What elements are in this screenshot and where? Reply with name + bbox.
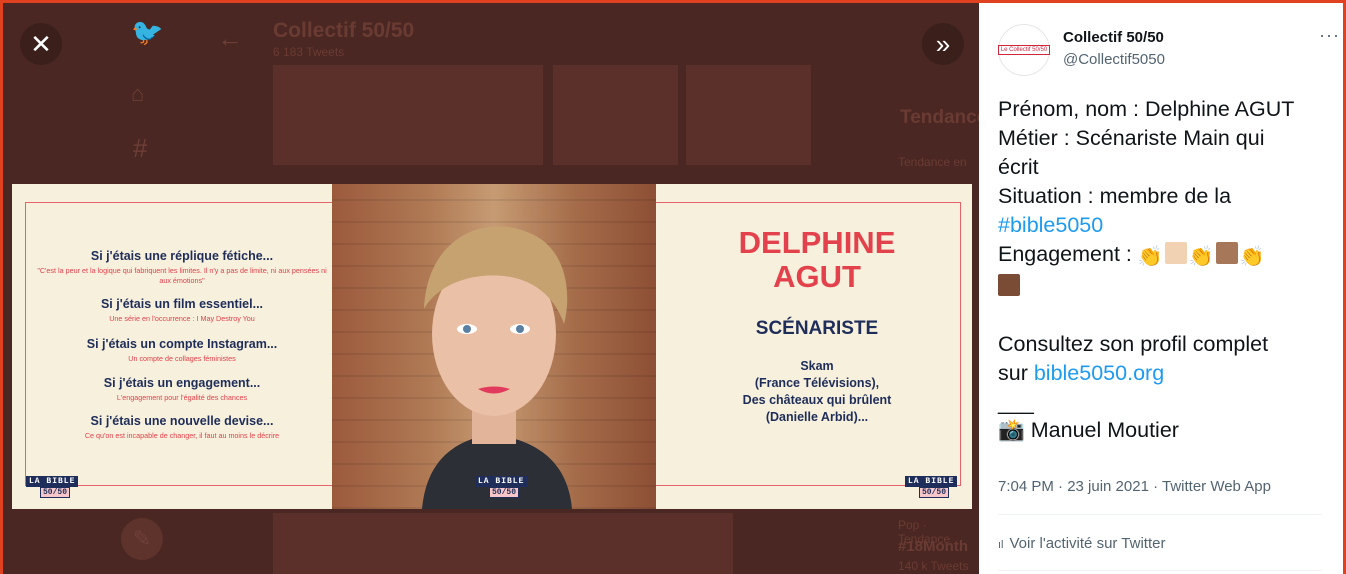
background-profile-name: Collectif 50/50 — [273, 19, 415, 42]
skin-tone-dark-icon — [998, 274, 1020, 296]
bible-5050-logo: LA BIBLE 50/50 — [26, 476, 79, 498]
poster-question: Si j'étais une réplique fétiche... "C'es… — [37, 249, 327, 285]
bible-5050-logo: LA BIBLE 50/50 — [905, 476, 958, 498]
profile-link[interactable]: bible5050.org — [1034, 361, 1164, 385]
explore-icon: # — [133, 133, 148, 163]
portrait-illustration — [422, 226, 572, 509]
back-arrow-icon: ← — [217, 23, 243, 53]
bible-5050-logo: LA BIBLE 50/50 — [475, 476, 528, 498]
media-viewer: 🐦 ⌂ # ← Collectif 50/50 6 183 Tweets Ten… — [3, 3, 979, 574]
poster-question: Si j'étais un compte Instagram... Un com… — [86, 337, 278, 363]
background-bottom-count: 140 k Tweets — [898, 559, 969, 573]
poster-question: Si j'étais un film essentiel... Une séri… — [100, 297, 264, 323]
divider — [998, 514, 1322, 515]
background-trend-small: Tendance en — [898, 155, 967, 169]
author-handle[interactable]: @Collectif5050 — [1063, 51, 1165, 68]
hashtag-link[interactable]: #bible5050 — [998, 213, 1103, 237]
author-display-name[interactable]: Collectif 50/50 — [1063, 29, 1164, 46]
view-activity-link[interactable]: ıl Voir l'activité sur Twitter — [998, 535, 1165, 552]
camera-flash-icon: 📸 — [998, 418, 1025, 442]
tweet-panel: Le Collectif 50/50 Collectif 50/50 @Coll… — [979, 3, 1343, 574]
clapping-hands-icon: 👏 — [1239, 246, 1265, 268]
double-chevron-right-icon: » — [935, 28, 951, 59]
poster-works: Skam (France Télévisions), Des châteaux … — [742, 359, 892, 424]
tweet-text: Prénom, nom : Delphine AGUT Métier : Scé… — [998, 97, 1295, 442]
skin-tone-medium-icon — [1215, 242, 1238, 264]
background-trend-hashtag: #18Month — [898, 538, 969, 555]
tweet-timestamp[interactable]: 7:04 PM · 23 juin 2021 · Twitter Web App — [998, 478, 1271, 495]
poster-name: DELPHINE AGUT — [738, 225, 896, 295]
poster-role: SCÉNARISTE — [755, 318, 879, 339]
collapse-panel-button[interactable]: » — [922, 23, 964, 65]
close-button[interactable]: ✕ — [20, 23, 62, 65]
divider — [998, 570, 1322, 571]
background-tweet-count: 6 183 Tweets — [273, 45, 345, 59]
tweet-image[interactable]: Si j'étais une réplique fétiche... "C'es… — [12, 184, 972, 509]
portrait-photo — [332, 184, 656, 509]
clapping-hands-icon: 👏 — [1137, 246, 1163, 268]
background-media — [553, 65, 678, 165]
clapping-hands-icon: 👏 — [1188, 246, 1214, 268]
poster-question: Si j'étais une nouvelle devise... Ce qu'… — [84, 414, 280, 440]
compose-icon: ✎ — [121, 518, 163, 560]
poster-question: Si j'étais un engagement... L'engagement… — [103, 376, 261, 402]
close-icon: ✕ — [30, 28, 52, 59]
home-icon: ⌂ — [131, 81, 145, 106]
skin-tone-light-icon — [1164, 242, 1187, 264]
avatar[interactable]: Le Collectif 50/50 — [997, 24, 1051, 76]
background-media — [686, 65, 811, 165]
more-options-button[interactable]: ··· — [1319, 25, 1340, 46]
background-media — [273, 65, 543, 165]
background-media — [273, 513, 733, 574]
twitter-logo-icon: 🐦 — [131, 17, 164, 47]
bar-chart-icon: ıl — [998, 539, 1004, 551]
background-trends-label: Tendance — [900, 107, 979, 128]
